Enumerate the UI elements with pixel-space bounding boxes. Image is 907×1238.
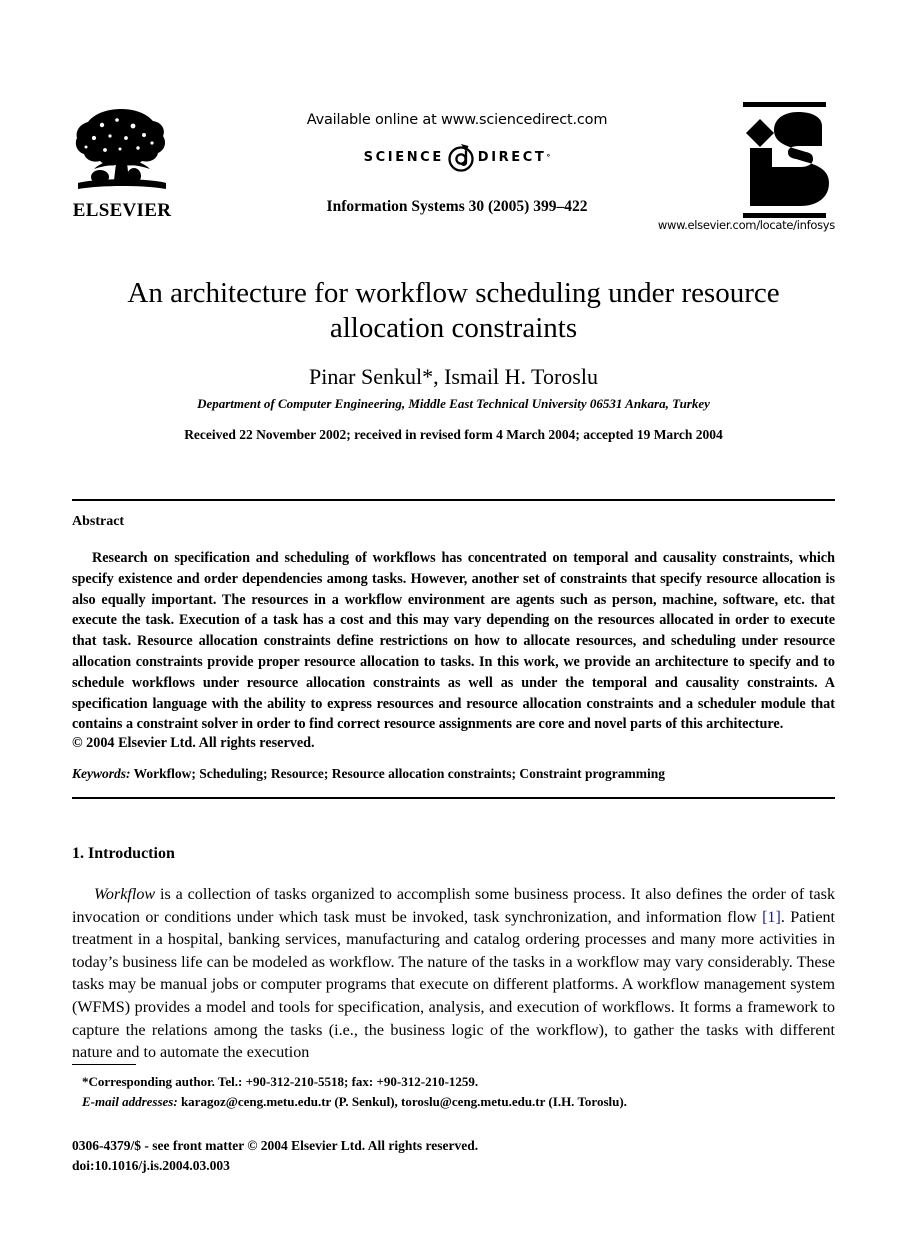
sciencedirect-direct-text: DIRECT — [477, 149, 547, 165]
sciencedirect-science-text: SCIENCE — [363, 149, 444, 165]
footnote-separator-rule — [72, 1064, 136, 1065]
abstract-body: Research on specification and scheduling… — [72, 550, 835, 733]
doi-line: doi:10.1016/j.is.2004.03.003 — [72, 1158, 230, 1174]
at-symbol-icon — [447, 140, 477, 174]
email-addresses-footnote: E-mail addresses: karagoz@ceng.metu.edu.… — [72, 1092, 835, 1112]
sciencedirect-logo: SCIENCE DIRECT ° — [277, 140, 637, 174]
abstract-heading: Abstract — [72, 514, 125, 529]
email-addresses-value: karagoz@ceng.metu.edu.tr (P. Senkul), to… — [177, 1093, 627, 1109]
introduction-text-part-1: is a collection of tasks organized to ac… — [72, 886, 835, 926]
available-online-text: Available online at www.sciencedirect.co… — [306, 112, 608, 128]
journal-is-logo — [734, 102, 835, 218]
workflow-term: Workflow — [94, 886, 156, 903]
corresponding-author-footnote: *Corresponding author. Tel.: +90-312-210… — [82, 1074, 479, 1089]
elsevier-wordmark: ELSEVIER — [72, 200, 172, 221]
introduction-paragraph: Workflow is a collection of tasks organi… — [72, 884, 835, 1065]
journal-reference: Information Systems 30 (2005) 399–422 — [326, 198, 588, 215]
received-dates: Received 22 November 2002; received in r… — [184, 427, 723, 442]
masthead: ELSEVIER Available online at www.science… — [72, 100, 835, 245]
abstract-bottom-rule — [72, 797, 835, 799]
introduction-text-part-2: . Patient treatment in a hospital, banki… — [72, 908, 835, 1062]
elsevier-tree-logo: ELSEVIER — [72, 105, 172, 223]
affiliation: Department of Computer Engineering, Midd… — [197, 396, 710, 411]
sciencedirect-registered-mark: ° — [546, 152, 551, 162]
keywords-values: Workflow; Scheduling; Resource; Resource… — [133, 766, 665, 781]
footnote-block: *Corresponding author. Tel.: +90-312-210… — [72, 1072, 835, 1111]
imprint-block: 0306-4379/$ - see front matter © 2004 El… — [72, 1136, 835, 1177]
citation-link-1[interactable]: [1] — [762, 909, 781, 926]
front-matter-line: 0306-4379/$ - see front matter © 2004 El… — [72, 1138, 479, 1153]
keywords-label: Keywords: — [72, 766, 131, 781]
section-heading-introduction: 1. Introduction — [72, 845, 175, 862]
journal-homepage-url: www.elsevier.com/locate/infosys — [657, 218, 835, 232]
abstract-copyright: © 2004 Elsevier Ltd. All rights reserved… — [72, 735, 315, 751]
author-list: Pinar Senkul*, Ismail H. Toroslu — [309, 364, 598, 389]
sciencedirect-block: Available online at www.sciencedirect.co… — [277, 112, 637, 174]
abstract-top-rule — [72, 499, 835, 501]
email-addresses-label: E-mail addresses: — [82, 1093, 178, 1109]
page-title: An architecture for workflow scheduling … — [127, 277, 780, 345]
keywords-line: Keywords: Workflow; Scheduling; Resource… — [72, 766, 835, 782]
paper-page: ELSEVIER Available online at www.science… — [0, 0, 907, 1238]
